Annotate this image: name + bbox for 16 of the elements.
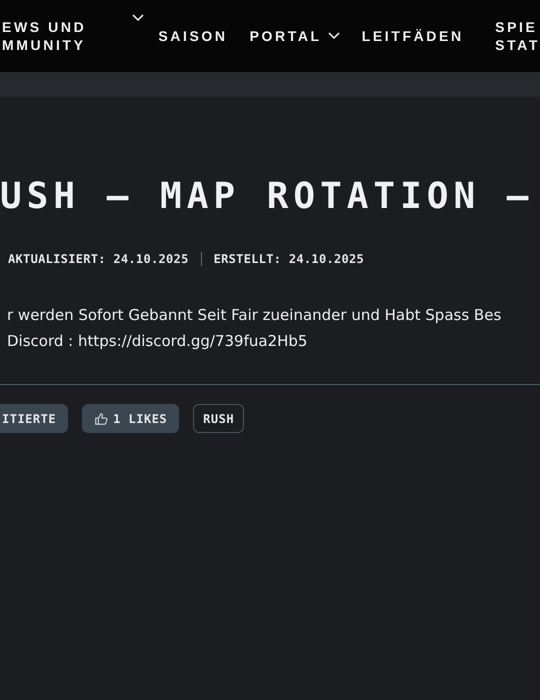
date-label: ERSTELLT: 24.10.2025: [214, 252, 364, 266]
action-button[interactable]: ITIERTE: [0, 404, 68, 433]
like-button[interactable]: 1 LIKES: [82, 404, 180, 433]
nav-link[interactable]: EWS UND MMUNITY: [2, 18, 86, 54]
description-text: Discord : https://discord.gg/739fua2Hb5: [7, 331, 308, 352]
nav-link[interactable]: PORTAL: [250, 27, 322, 45]
thumbs-up-icon: [94, 412, 108, 426]
chevron-down-icon[interactable]: [328, 32, 340, 40]
nav-link[interactable]: LEITFÄDEN: [362, 27, 464, 45]
chevron-down-icon[interactable]: [132, 14, 144, 22]
nav-link[interactable]: SPIE STAT: [495, 18, 540, 54]
tag-chip[interactable]: RUSH: [193, 404, 244, 433]
page-title: USH – MAP ROTATION –: [0, 175, 534, 219]
description-text: r werden Sofort Gebannt Seit Fair zueinander und Habt Spass Bes: [7, 305, 502, 326]
nav-link[interactable]: SAISON: [158, 27, 228, 45]
date-label: AKTUALISIERT: 24.10.2025: [8, 252, 189, 266]
